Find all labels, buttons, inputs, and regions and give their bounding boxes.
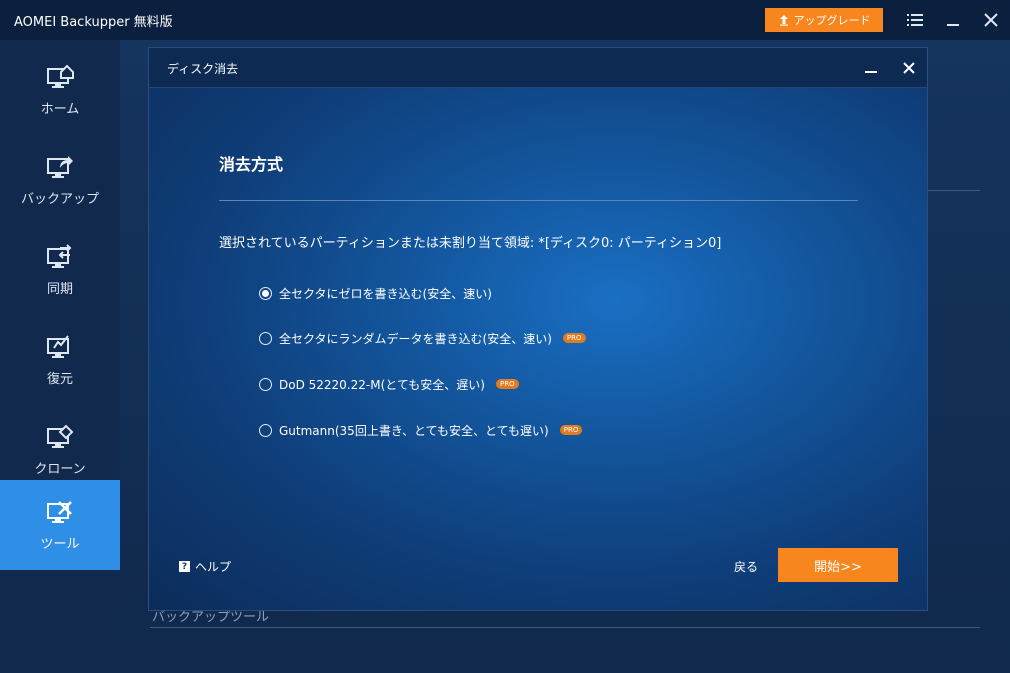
radio-button[interactable] [259, 423, 272, 437]
backup-monitor-icon [47, 155, 73, 178]
close-icon [903, 62, 915, 74]
menu-button[interactable] [903, 8, 927, 32]
sidebar-item-tools[interactable]: ツール [0, 480, 120, 570]
option-label: 全セクタにゼロを書き込む(安全、速い) [279, 286, 492, 301]
sidebar-item-label: バックアップ [20, 191, 99, 207]
upgrade-button[interactable]: アップグレード [765, 8, 883, 32]
option-label: DoD 52220.22-M(とても安全、遅い) [279, 377, 485, 392]
help-label: ヘルプ [195, 560, 232, 574]
list-menu-icon [907, 14, 923, 26]
option-label: Gutmann(35回上書き、とても安全、とても遅い) [279, 423, 549, 438]
dialog-close-button[interactable] [897, 56, 921, 80]
pro-badge: PRO [562, 333, 586, 343]
sync-monitor-icon [47, 243, 72, 268]
sidebar-item-label: 同期 [46, 281, 73, 297]
background-divider [928, 190, 980, 191]
dialog-minimize-button[interactable] [859, 56, 883, 80]
minimize-icon [865, 71, 877, 73]
dialog-header: ディスク消去 [149, 48, 927, 88]
clone-monitor-icon [47, 424, 74, 448]
sidebar-item-label: ツール [40, 536, 80, 552]
radio-button[interactable] [259, 377, 272, 391]
disk-wipe-dialog: ディスク消去 消去方式 選択されているパーティションまたは未割り当て領域: *[… [148, 47, 928, 611]
help-link[interactable]: ? ヘルプ [179, 558, 231, 575]
upgrade-label: アップグレード [793, 14, 871, 27]
tools-monitor-icon [47, 500, 72, 523]
close-icon [984, 13, 998, 27]
sidebar-item-label: クローン [34, 461, 86, 477]
wipe-option-zero[interactable]: 全セクタにゼロを書き込む(安全、速い) [259, 283, 492, 303]
sidebar-item-label: ホーム [40, 101, 80, 117]
option-label: 全セクタにランダムデータを書き込む(安全、速い) [279, 331, 552, 346]
minimize-icon [947, 24, 959, 26]
sidebar-item-restore[interactable]: 復元 [0, 315, 120, 405]
app-title: AOMEI Backupper 無料版 [14, 14, 173, 30]
close-window-button[interactable] [979, 8, 1003, 32]
sidebar-item-sync[interactable]: 同期 [0, 225, 120, 315]
pro-badge: PRO [559, 425, 583, 435]
minimize-window-button[interactable] [941, 8, 965, 32]
radio-button[interactable] [259, 331, 272, 345]
start-button[interactable]: 開始>> [778, 548, 898, 582]
section-divider [219, 200, 858, 201]
upgrade-arrow-icon [779, 15, 788, 26]
restore-monitor-icon [47, 334, 69, 358]
section-title: 消去方式 [219, 155, 284, 174]
wipe-option-random[interactable]: 全セクタにランダムデータを書き込む(安全、速い) PRO [259, 328, 586, 348]
pro-badge: PRO [495, 379, 519, 389]
wipe-option-dod[interactable]: DoD 52220.22-M(とても安全、遅い) PRO [259, 374, 519, 394]
background-divider [150, 627, 980, 628]
wipe-option-gutmann[interactable]: Gutmann(35回上書き、とても安全、とても遅い) PRO [259, 420, 583, 440]
sidebar-item-home[interactable]: ホーム [0, 45, 120, 135]
radio-button[interactable] [259, 286, 272, 300]
sidebar-item-backup[interactable]: バックアップ [0, 135, 120, 225]
dialog-title: ディスク消去 [167, 62, 239, 76]
back-button[interactable]: 戻る [734, 558, 758, 575]
home-monitor-icon [47, 64, 74, 88]
selected-partition-text: 選択されているパーティションまたは未割り当て領域: *[ディスク0: パーティシ… [219, 236, 722, 251]
sidebar-item-label: 復元 [46, 371, 73, 387]
help-icon: ? [179, 561, 190, 572]
